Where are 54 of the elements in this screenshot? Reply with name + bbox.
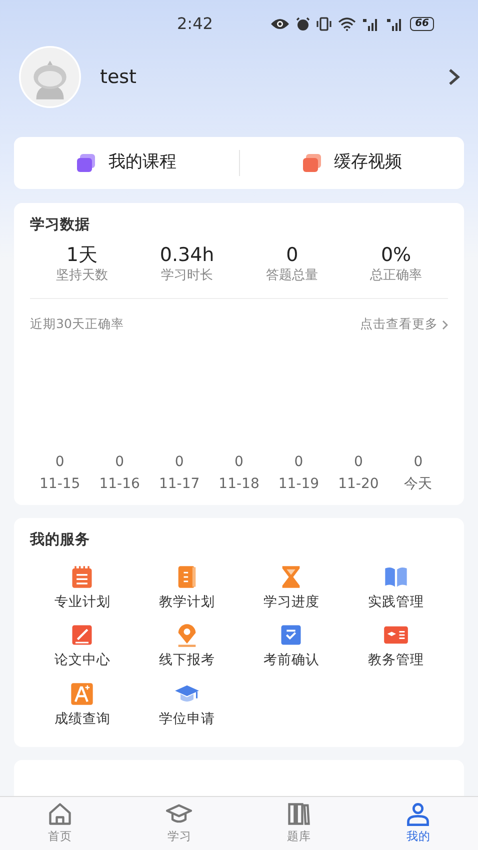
trend-value: 0 <box>174 452 185 472</box>
vibrate-icon <box>316 17 332 31</box>
trend-value: 0 <box>54 452 66 472</box>
service-item[interactable]: 论文中心 <box>30 622 134 671</box>
trend-value: 0 <box>412 452 424 472</box>
service-item[interactable]: 学位申请 <box>134 680 239 729</box>
trend-value: 0 <box>234 452 244 472</box>
username: test <box>100 64 136 90</box>
service-item[interactable]: 专业计划 <box>30 564 134 612</box>
trend-value: 0 <box>352 452 364 472</box>
wifi-icon <box>338 17 356 31</box>
service-item[interactable]: 成绩查询 <box>30 680 134 729</box>
stat-value: 0.34h <box>158 244 216 266</box>
quick-link[interactable]: 我的课程 <box>14 150 238 176</box>
video-icon <box>302 153 322 173</box>
books-icon <box>286 801 312 828</box>
course-icon <box>76 153 96 173</box>
service-item[interactable]: 学习进度 <box>239 564 344 612</box>
stat-value: 0% <box>380 244 412 266</box>
eye-icon <box>270 18 290 30</box>
trend-date: 11-20 <box>337 474 380 494</box>
trend-date: 今天 <box>403 474 434 494</box>
service-item[interactable]: 教务管理 <box>344 622 448 671</box>
stat-value: 0 <box>285 244 300 266</box>
stat-label: 总正确率 <box>369 266 424 285</box>
status-time: 2:42 <box>177 13 213 35</box>
chevron-right-icon[interactable] <box>448 68 460 86</box>
trend-value: 0 <box>293 452 304 472</box>
stat-label: 坚持天数 <box>54 266 109 285</box>
trend-date: 11-17 <box>158 474 201 494</box>
stat-value: 1天 <box>65 244 98 266</box>
home-icon <box>46 801 73 828</box>
view-more-link[interactable]: 点击查看更多 <box>360 315 448 334</box>
trend-date: 11-19 <box>277 474 320 494</box>
trend-value: 0 <box>114 452 126 472</box>
stat-label: 学习时长 <box>160 266 214 285</box>
section-title: 我的服务 <box>30 530 91 550</box>
service-item[interactable]: 考前确认 <box>239 622 344 671</box>
trend-title: 近期30天正确率 <box>30 315 124 334</box>
service-item[interactable]: 教学计划 <box>134 564 239 612</box>
trend-date: 11-16 <box>98 474 141 494</box>
trend-date: 11-15 <box>38 474 82 494</box>
quick-link[interactable]: 缓存视频 <box>240 150 464 176</box>
section-title: 学习数据 <box>30 216 91 235</box>
trend-date: 11-18 <box>218 474 260 494</box>
service-item[interactable]: 实践管理 <box>344 564 448 612</box>
stat-label: 答题总量 <box>265 266 320 285</box>
chevron-right-icon <box>442 320 448 330</box>
battery-indicator: 66 <box>410 17 434 31</box>
grade-icon <box>69 680 96 707</box>
tab-bar-item[interactable]: 我的 <box>358 797 478 850</box>
alarm-icon <box>296 17 310 31</box>
service-item[interactable]: 线下报考 <box>134 622 239 671</box>
person-icon <box>405 801 432 828</box>
